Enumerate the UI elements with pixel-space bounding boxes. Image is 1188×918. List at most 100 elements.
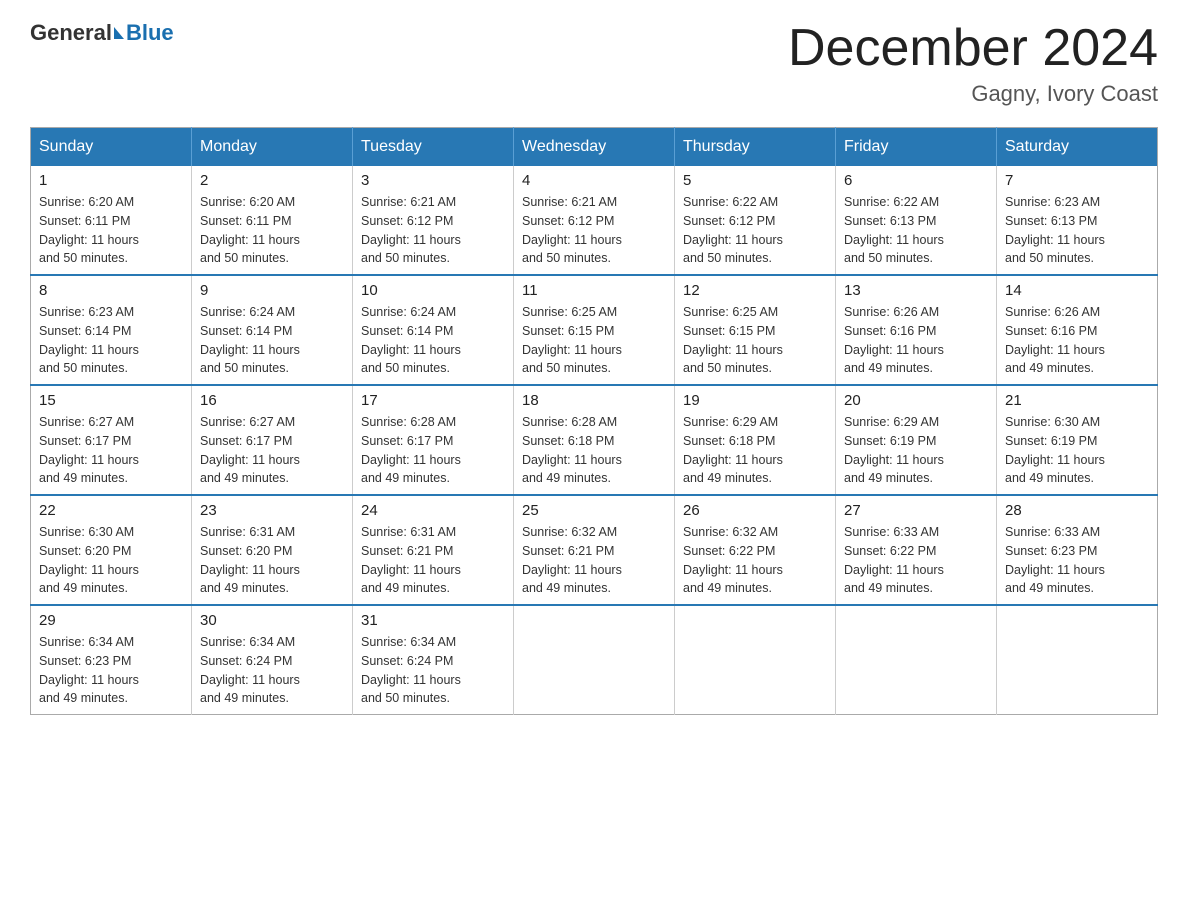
calendar-week-row: 22Sunrise: 6:30 AMSunset: 6:20 PMDayligh… <box>31 495 1158 605</box>
table-row: 7Sunrise: 6:23 AMSunset: 6:13 PMDaylight… <box>997 166 1158 275</box>
day-number: 27 <box>844 502 988 519</box>
table-row: 29Sunrise: 6:34 AMSunset: 6:23 PMDayligh… <box>31 605 192 715</box>
table-row: 15 Sunrise: 6:27 AMSunset: 6:17 PMDayligh… <box>31 385 192 495</box>
page-header: General Blue December 2024 Gagny, Ivory … <box>30 20 1158 107</box>
day-info: Sunrise: 6:23 AMSunset: 6:14 PMDaylight:… <box>39 303 183 378</box>
day-info: Sunrise: 6:21 AMSunset: 6:12 PMDaylight:… <box>361 193 505 268</box>
table-row: 18 Sunrise: 6:28 AMSunset: 6:18 PMDayligh… <box>514 385 675 495</box>
col-monday: Monday <box>192 128 353 167</box>
table-row: 2 Sunrise: 6:20 AMSunset: 6:11 PMDaylight… <box>192 166 353 275</box>
month-title: December 2024 <box>788 20 1158 77</box>
day-info: Sunrise: 6:29 AMSunset: 6:18 PMDaylight:… <box>683 413 827 488</box>
day-number: 23 <box>200 502 344 519</box>
day-number: 6 <box>844 172 988 189</box>
table-row: 28Sunrise: 6:33 AMSunset: 6:23 PMDayligh… <box>997 495 1158 605</box>
logo-arrow-icon <box>114 27 124 39</box>
table-row: 6 Sunrise: 6:22 AMSunset: 6:13 PMDaylight… <box>836 166 997 275</box>
day-info: Sunrise: 6:30 AMSunset: 6:20 PMDaylight:… <box>39 523 183 598</box>
logo: General Blue <box>30 20 174 46</box>
day-number: 25 <box>522 502 666 519</box>
col-tuesday: Tuesday <box>353 128 514 167</box>
day-number: 11 <box>522 282 666 299</box>
table-row: 12 Sunrise: 6:25 AMSunset: 6:15 PMDayligh… <box>675 275 836 385</box>
day-info: Sunrise: 6:26 AMSunset: 6:16 PMDaylight:… <box>844 303 988 378</box>
table-row <box>997 605 1158 715</box>
table-row: 27 Sunrise: 6:33 AMSunset: 6:22 PMDayligh… <box>836 495 997 605</box>
col-friday: Friday <box>836 128 997 167</box>
day-info: Sunrise: 6:27 AMSunset: 6:17 PMDaylight:… <box>200 413 344 488</box>
day-info: Sunrise: 6:28 AMSunset: 6:18 PMDaylight:… <box>522 413 666 488</box>
table-row: 11Sunrise: 6:25 AMSunset: 6:15 PMDayligh… <box>514 275 675 385</box>
table-row: 22Sunrise: 6:30 AMSunset: 6:20 PMDayligh… <box>31 495 192 605</box>
day-number: 28 <box>1005 502 1149 519</box>
day-info: Sunrise: 6:25 AMSunset: 6:15 PMDaylight:… <box>683 303 827 378</box>
table-row: 20 Sunrise: 6:29 AMSunset: 6:19 PMDayligh… <box>836 385 997 495</box>
day-number: 19 <box>683 392 827 409</box>
table-row: 17 Sunrise: 6:28 AMSunset: 6:17 PMDayligh… <box>353 385 514 495</box>
day-number: 14 <box>1005 282 1149 299</box>
table-row <box>836 605 997 715</box>
day-number: 8 <box>39 282 183 299</box>
day-info: Sunrise: 6:29 AMSunset: 6:19 PMDaylight:… <box>844 413 988 488</box>
day-number: 15 <box>39 392 183 409</box>
col-wednesday: Wednesday <box>514 128 675 167</box>
table-row <box>675 605 836 715</box>
day-number: 5 <box>683 172 827 189</box>
day-info: Sunrise: 6:28 AMSunset: 6:17 PMDaylight:… <box>361 413 505 488</box>
day-number: 4 <box>522 172 666 189</box>
table-row: 16 Sunrise: 6:27 AMSunset: 6:17 PMDayligh… <box>192 385 353 495</box>
table-row: 26 Sunrise: 6:32 AMSunset: 6:22 PMDayligh… <box>675 495 836 605</box>
day-number: 10 <box>361 282 505 299</box>
table-row: 14 Sunrise: 6:26 AMSunset: 6:16 PMDayligh… <box>997 275 1158 385</box>
day-info: Sunrise: 6:24 AMSunset: 6:14 PMDaylight:… <box>361 303 505 378</box>
col-thursday: Thursday <box>675 128 836 167</box>
day-info: Sunrise: 6:34 AMSunset: 6:24 PMDaylight:… <box>361 633 505 708</box>
day-number: 20 <box>844 392 988 409</box>
day-number: 2 <box>200 172 344 189</box>
day-info: Sunrise: 6:22 AMSunset: 6:13 PMDaylight:… <box>844 193 988 268</box>
table-row: 31 Sunrise: 6:34 AMSunset: 6:24 PMDayligh… <box>353 605 514 715</box>
table-row: 10 Sunrise: 6:24 AMSunset: 6:14 PMDayligh… <box>353 275 514 385</box>
table-row: 25 Sunrise: 6:32 AMSunset: 6:21 PMDayligh… <box>514 495 675 605</box>
calendar-week-row: 15 Sunrise: 6:27 AMSunset: 6:17 PMDayligh… <box>31 385 1158 495</box>
table-row: 4Sunrise: 6:21 AMSunset: 6:12 PMDaylight… <box>514 166 675 275</box>
day-number: 31 <box>361 612 505 629</box>
day-info: Sunrise: 6:34 AMSunset: 6:24 PMDaylight:… <box>200 633 344 708</box>
col-saturday: Saturday <box>997 128 1158 167</box>
day-info: Sunrise: 6:33 AMSunset: 6:22 PMDaylight:… <box>844 523 988 598</box>
day-info: Sunrise: 6:26 AMSunset: 6:16 PMDaylight:… <box>1005 303 1149 378</box>
table-row: 1Sunrise: 6:20 AMSunset: 6:11 PMDaylight… <box>31 166 192 275</box>
day-number: 18 <box>522 392 666 409</box>
day-info: Sunrise: 6:24 AMSunset: 6:14 PMDaylight:… <box>200 303 344 378</box>
day-number: 1 <box>39 172 183 189</box>
day-number: 3 <box>361 172 505 189</box>
table-row: 24Sunrise: 6:31 AMSunset: 6:21 PMDayligh… <box>353 495 514 605</box>
day-number: 26 <box>683 502 827 519</box>
day-number: 9 <box>200 282 344 299</box>
table-row: 3 Sunrise: 6:21 AMSunset: 6:12 PMDaylight… <box>353 166 514 275</box>
day-number: 16 <box>200 392 344 409</box>
calendar-week-row: 29Sunrise: 6:34 AMSunset: 6:23 PMDayligh… <box>31 605 1158 715</box>
col-sunday: Sunday <box>31 128 192 167</box>
table-row: 9 Sunrise: 6:24 AMSunset: 6:14 PMDaylight… <box>192 275 353 385</box>
day-info: Sunrise: 6:20 AMSunset: 6:11 PMDaylight:… <box>200 193 344 268</box>
day-number: 17 <box>361 392 505 409</box>
day-info: Sunrise: 6:32 AMSunset: 6:22 PMDaylight:… <box>683 523 827 598</box>
day-info: Sunrise: 6:23 AMSunset: 6:13 PMDaylight:… <box>1005 193 1149 268</box>
day-number: 12 <box>683 282 827 299</box>
logo-blue-text: Blue <box>126 20 174 46</box>
day-number: 30 <box>200 612 344 629</box>
logo-general-text: General <box>30 20 112 46</box>
day-info: Sunrise: 6:22 AMSunset: 6:12 PMDaylight:… <box>683 193 827 268</box>
day-info: Sunrise: 6:32 AMSunset: 6:21 PMDaylight:… <box>522 523 666 598</box>
day-info: Sunrise: 6:31 AMSunset: 6:20 PMDaylight:… <box>200 523 344 598</box>
table-row: 30 Sunrise: 6:34 AMSunset: 6:24 PMDayligh… <box>192 605 353 715</box>
title-area: December 2024 Gagny, Ivory Coast <box>788 20 1158 107</box>
table-row: 19 Sunrise: 6:29 AMSunset: 6:18 PMDayligh… <box>675 385 836 495</box>
day-number: 21 <box>1005 392 1149 409</box>
day-info: Sunrise: 6:30 AMSunset: 6:19 PMDaylight:… <box>1005 413 1149 488</box>
table-row <box>514 605 675 715</box>
day-info: Sunrise: 6:34 AMSunset: 6:23 PMDaylight:… <box>39 633 183 708</box>
table-row: 5 Sunrise: 6:22 AMSunset: 6:12 PMDaylight… <box>675 166 836 275</box>
day-info: Sunrise: 6:27 AMSunset: 6:17 PMDaylight:… <box>39 413 183 488</box>
